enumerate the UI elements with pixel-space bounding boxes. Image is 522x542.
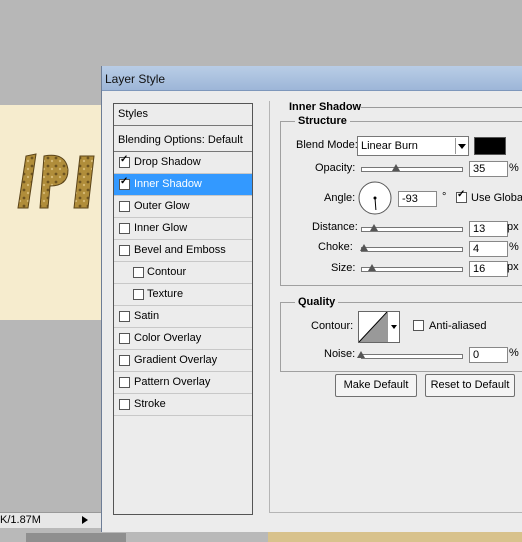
choke-slider-handle[interactable] bbox=[360, 244, 368, 251]
style-checkbox-stroke[interactable] bbox=[119, 399, 130, 410]
chevron-down-icon bbox=[387, 312, 397, 342]
contour-label: Contour: bbox=[311, 320, 354, 332]
shadow-color-swatch[interactable] bbox=[474, 137, 506, 155]
panel-heading-rule bbox=[361, 107, 522, 108]
style-checkbox-contour[interactable] bbox=[133, 267, 144, 278]
size-unit: px bbox=[507, 261, 519, 273]
panel-bottom-rule bbox=[269, 512, 522, 513]
style-item-label: Styles bbox=[118, 108, 148, 120]
style-checkbox-inner-shadow[interactable] bbox=[119, 176, 130, 190]
layer-style-dialog: Layer Style Styles Blending Options: Defa… bbox=[101, 66, 522, 532]
style-item-label: Texture bbox=[147, 288, 184, 300]
style-item-label: Bevel and Emboss bbox=[134, 244, 226, 256]
style-item-inner-shadow[interactable]: Inner Shadow bbox=[114, 174, 252, 196]
reset-to-default-button[interactable]: Reset to Default bbox=[425, 374, 515, 397]
style-item-bevel-and-emboss[interactable]: Bevel and Emboss bbox=[114, 240, 252, 262]
make-default-button[interactable]: Make Default bbox=[335, 374, 417, 397]
style-item-styles[interactable]: Styles bbox=[114, 104, 252, 126]
distance-unit: px bbox=[507, 221, 519, 233]
dialog-titlebar[interactable]: Layer Style bbox=[102, 66, 522, 91]
style-item-color-overlay[interactable]: Color Overlay bbox=[114, 328, 252, 350]
styles-list: Styles Blending Options: Default Drop Shad… bbox=[113, 103, 253, 515]
status-menu-arrow-icon[interactable] bbox=[80, 515, 90, 525]
noise-unit: % bbox=[509, 347, 519, 359]
bottom-canvas-edge bbox=[26, 533, 126, 542]
style-item-label: Stroke bbox=[134, 398, 166, 410]
blend-mode-value: Linear Burn bbox=[361, 140, 418, 152]
panel-heading: Inner Shadow bbox=[289, 101, 362, 113]
contour-linear-icon bbox=[359, 312, 387, 342]
blend-mode-select[interactable]: Linear Burn bbox=[357, 136, 469, 156]
size-label: Size: bbox=[331, 262, 356, 274]
noise-slider-track[interactable] bbox=[361, 354, 463, 359]
distance-slider-handle[interactable] bbox=[370, 224, 378, 231]
style-checkbox-bevel-and-emboss[interactable] bbox=[119, 245, 130, 256]
contour-picker[interactable] bbox=[358, 311, 400, 343]
style-item-contour[interactable]: Contour bbox=[114, 262, 252, 284]
angle-unit: ° bbox=[442, 191, 447, 203]
opacity-slider-track[interactable] bbox=[361, 167, 463, 172]
structure-title: Structure bbox=[295, 115, 350, 127]
style-item-gradient-overlay[interactable]: Gradient Overlay bbox=[114, 350, 252, 372]
style-checkbox-outer-glow[interactable] bbox=[119, 201, 130, 212]
style-checkbox-inner-glow[interactable] bbox=[119, 223, 130, 234]
angle-input[interactable]: -93 bbox=[398, 191, 437, 207]
noise-slider-handle[interactable] bbox=[357, 351, 365, 358]
noise-label: Noise: bbox=[324, 348, 356, 360]
choke-slider-track[interactable] bbox=[361, 247, 463, 252]
style-item-inner-glow[interactable]: Inner Glow bbox=[114, 218, 252, 240]
style-checkbox-satin[interactable] bbox=[119, 311, 130, 322]
opacity-label: Opacity: bbox=[315, 162, 356, 174]
style-checkbox-color-overlay[interactable] bbox=[119, 333, 130, 344]
style-item-label: Outer Glow bbox=[134, 200, 190, 212]
style-checkbox-texture[interactable] bbox=[133, 289, 144, 300]
style-checkbox-drop-shadow[interactable] bbox=[119, 154, 130, 168]
style-checkbox-pattern-overlay[interactable] bbox=[119, 377, 130, 388]
style-item-label: Drop Shadow bbox=[134, 156, 201, 168]
angle-label: Angle: bbox=[324, 192, 356, 204]
style-checkbox-gradient-overlay[interactable] bbox=[119, 355, 130, 366]
style-item-texture[interactable]: Texture bbox=[114, 284, 252, 306]
distance-input[interactable]: 13 bbox=[469, 221, 508, 237]
style-item-label: Gradient Overlay bbox=[134, 354, 218, 366]
distance-label: Distance: bbox=[312, 221, 358, 233]
style-item-label: Pattern Overlay bbox=[134, 376, 211, 388]
anti-aliased-checkbox[interactable] bbox=[413, 320, 424, 331]
angle-dial[interactable] bbox=[357, 180, 393, 216]
style-item-label: Inner Glow bbox=[134, 222, 188, 234]
size-slider-handle[interactable] bbox=[368, 264, 376, 271]
style-item-satin[interactable]: Satin bbox=[114, 306, 252, 328]
style-item-label: Inner Shadow bbox=[134, 178, 202, 190]
style-item-stroke[interactable]: Stroke bbox=[114, 394, 252, 416]
style-item-label: Color Overlay bbox=[134, 332, 202, 344]
anti-aliased-label: Anti-aliased bbox=[429, 320, 487, 332]
opacity-slider-handle[interactable] bbox=[392, 164, 400, 171]
style-item-label: Blending Options: Default bbox=[118, 134, 243, 146]
chevron-down-icon bbox=[455, 138, 466, 154]
style-item-outer-glow[interactable]: Outer Glow bbox=[114, 196, 252, 218]
blend-mode-label: Blend Mode: bbox=[296, 139, 358, 151]
use-global-light-label: Use Global Light bbox=[471, 192, 522, 204]
style-item-pattern-overlay[interactable]: Pattern Overlay bbox=[114, 372, 252, 394]
choke-unit: % bbox=[509, 241, 519, 253]
panel-separator bbox=[269, 101, 270, 513]
document-size-readout: K/1.87M bbox=[0, 514, 41, 526]
style-item-label: Contour bbox=[147, 266, 187, 278]
noise-input[interactable]: 0 bbox=[469, 347, 508, 363]
opacity-unit: % bbox=[509, 162, 519, 174]
choke-input[interactable]: 4 bbox=[469, 241, 508, 257]
style-item-drop-shadow[interactable]: Drop Shadow bbox=[114, 152, 252, 174]
quality-title: Quality bbox=[295, 296, 339, 308]
canvas-text-preview bbox=[17, 153, 95, 209]
dialog-title: Layer Style bbox=[105, 72, 166, 86]
choke-label: Choke: bbox=[318, 241, 353, 253]
opacity-input[interactable]: 35 bbox=[469, 161, 508, 177]
size-input[interactable]: 16 bbox=[469, 261, 508, 277]
size-slider-track[interactable] bbox=[361, 267, 463, 272]
style-item-label: Satin bbox=[134, 310, 160, 322]
use-global-light-checkbox[interactable] bbox=[456, 189, 467, 203]
style-item-blending-options-default[interactable]: Blending Options: Default bbox=[114, 130, 252, 152]
